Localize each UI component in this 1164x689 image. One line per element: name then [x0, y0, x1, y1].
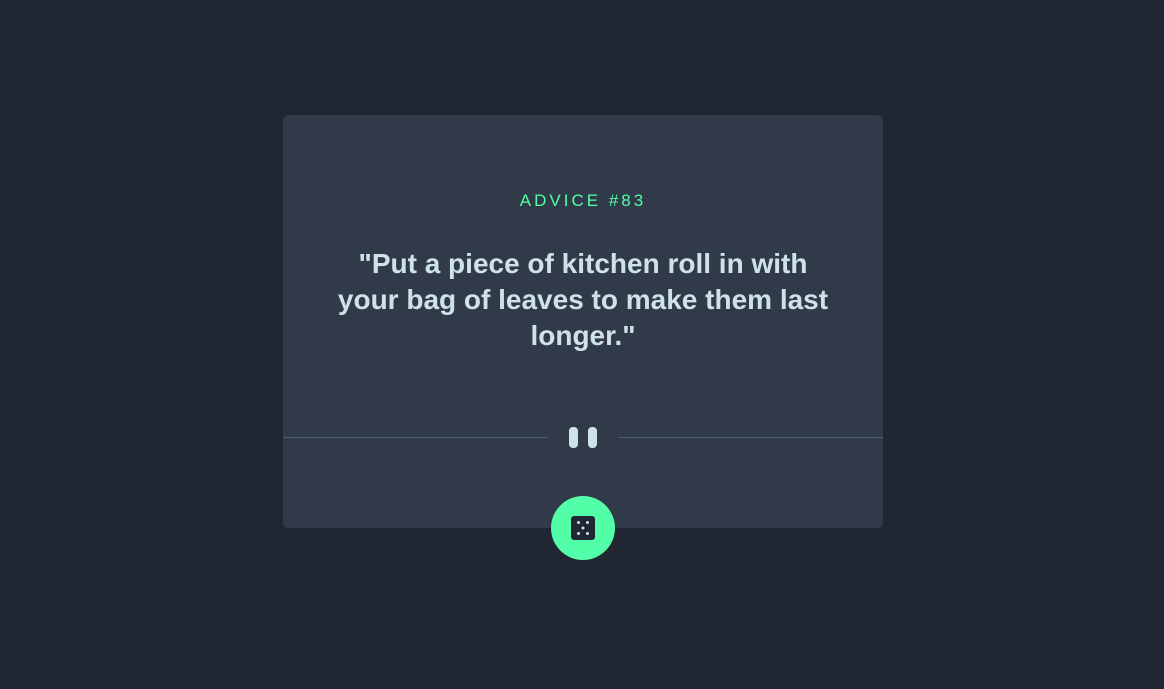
advice-text: "Put a piece of kitchen roll in with you… — [337, 248, 829, 351]
generate-advice-button[interactable] — [551, 496, 615, 560]
dice-icon — [571, 516, 595, 540]
pause-bar — [569, 427, 578, 448]
divider-line-left — [283, 437, 548, 438]
pattern-divider — [283, 427, 883, 449]
pause-bar — [588, 427, 597, 448]
divider-line-right — [618, 437, 883, 438]
advice-card: ADVICE #83 "Put a piece of kitchen roll … — [283, 115, 883, 528]
advice-id: ADVICE #83 — [519, 191, 647, 210]
